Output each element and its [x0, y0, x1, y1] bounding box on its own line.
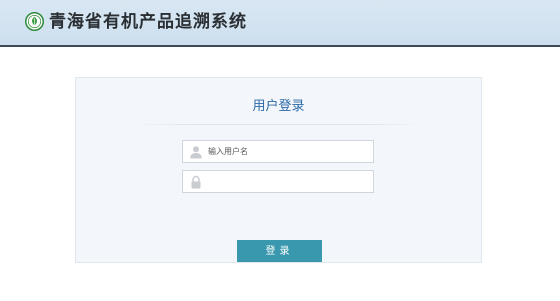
user-icon [190, 146, 202, 159]
divider [136, 124, 421, 125]
username-input[interactable] [208, 141, 368, 162]
header: 青海省有机产品追溯系统 [0, 0, 560, 47]
organic-leaf-logo-icon [25, 12, 44, 31]
app-title: 青海省有机产品追溯系统 [49, 12, 247, 32]
login-panel: 用户登录 登录 [75, 77, 482, 263]
login-button[interactable]: 登录 [237, 240, 322, 262]
lock-icon [191, 175, 201, 189]
username-field[interactable] [182, 140, 374, 163]
login-title: 用户登录 [252, 99, 305, 114]
password-input[interactable] [208, 171, 368, 192]
password-field[interactable] [182, 170, 374, 193]
